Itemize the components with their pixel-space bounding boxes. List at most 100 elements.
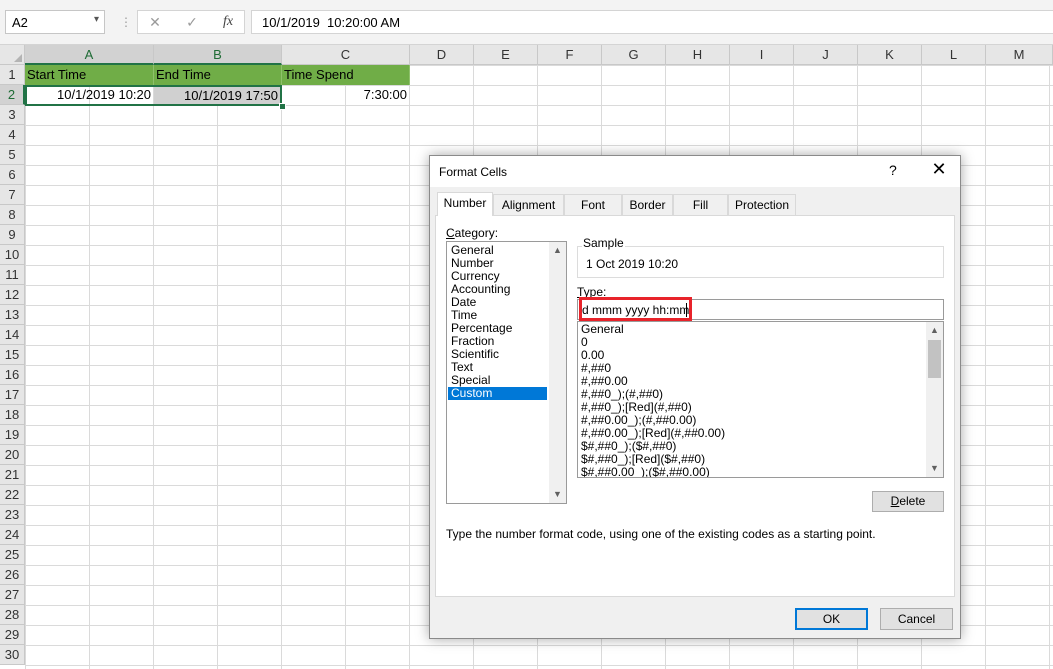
check-icon[interactable]: ✓ — [184, 14, 200, 31]
dialog-titlebar[interactable]: Format Cells ? ✕ — [430, 156, 960, 187]
tab-border[interactable]: Border — [622, 194, 673, 215]
row-header-28[interactable]: 28 — [0, 605, 25, 625]
row-header-29[interactable]: 29 — [0, 625, 25, 645]
category-label-rest: ategory: — [454, 226, 499, 240]
number-tab-panel: Category: General Number Currency Accoun… — [435, 215, 955, 597]
row-header-5[interactable]: 5 — [0, 145, 25, 165]
column-header-a[interactable]: A — [25, 45, 154, 65]
help-button[interactable]: ? — [889, 162, 897, 178]
name-box-value: A2 — [12, 15, 28, 30]
type-label-rest: ype: — [583, 285, 607, 299]
row-header-22[interactable]: 22 — [0, 485, 25, 505]
type-label: Type: — [577, 285, 606, 299]
text-caret — [686, 303, 687, 317]
tab-protection[interactable]: Protection — [728, 194, 796, 215]
format-cells-dialog: Format Cells ? ✕ Number Alignment Font B… — [429, 155, 961, 639]
row-header-13[interactable]: 13 — [0, 305, 25, 325]
row-header-20[interactable]: 20 — [0, 445, 25, 465]
column-header-c[interactable]: C — [282, 45, 410, 65]
column-header-b[interactable]: B — [154, 45, 282, 65]
row-header-4[interactable]: 4 — [0, 125, 25, 145]
row-header-2[interactable]: 2 — [0, 85, 25, 105]
cell-b2[interactable]: 10/1/2019 17:50 — [154, 86, 281, 105]
cancel-button[interactable]: Cancel — [880, 608, 953, 630]
tab-fill[interactable]: Fill — [673, 194, 728, 215]
scroll-thumb[interactable] — [928, 340, 941, 378]
row-header-11[interactable]: 11 — [0, 265, 25, 285]
delete-button[interactable]: Delete — [872, 491, 944, 512]
ok-button[interactable]: OK — [795, 608, 868, 630]
formula-text: 10/1/2019 10:20:00 AM — [262, 15, 401, 30]
column-header-h[interactable]: H — [666, 45, 730, 65]
tab-alignment[interactable]: Alignment — [493, 194, 564, 215]
cancel-icon[interactable]: ✕ — [147, 14, 163, 31]
scroll-down-icon[interactable]: ▼ — [926, 460, 943, 477]
category-label: Category: — [446, 226, 498, 240]
cell-a2[interactable]: 10/1/2019 10:20 — [25, 85, 154, 105]
row-header-10[interactable]: 10 — [0, 245, 25, 265]
column-header-i[interactable]: I — [730, 45, 794, 65]
type-item[interactable]: $#,##0.00_);($#,##0.00) — [581, 466, 710, 478]
type-input-value: d mmm yyyy hh:mm — [582, 303, 690, 317]
cell-c2[interactable]: 7:30:00 — [282, 85, 410, 105]
select-all-corner[interactable] — [0, 45, 25, 65]
row-header-6[interactable]: 6 — [0, 165, 25, 185]
category-label-mnemonic: C — [446, 226, 455, 240]
type-label-mnemonic: T — [577, 285, 584, 299]
column-header-e[interactable]: E — [474, 45, 538, 65]
column-header-m[interactable]: M — [986, 45, 1053, 65]
cell-c1[interactable]: Time Spend — [282, 65, 410, 85]
sample-label: Sample — [582, 236, 625, 250]
column-header-f[interactable]: F — [538, 45, 602, 65]
row-header-1[interactable]: 1 — [0, 65, 25, 85]
column-header-l[interactable]: L — [922, 45, 986, 65]
type-list-scrollbar[interactable]: ▲ ▼ — [926, 322, 943, 477]
category-scrollbar[interactable]: ▲ ▼ — [549, 242, 566, 503]
cell-b1[interactable]: End Time — [154, 65, 282, 85]
hint-text: Type the number format code, using one o… — [446, 527, 876, 541]
row-header-17[interactable]: 17 — [0, 385, 25, 405]
more-options-icon[interactable]: ⋮ — [120, 14, 132, 30]
formula-bar: A2 ▾ ⋮ ✕ ✓ fx 10/1/2019 10:20:00 AM — [0, 0, 1053, 45]
row-header-14[interactable]: 14 — [0, 325, 25, 345]
formula-input[interactable]: 10/1/2019 10:20:00 AM — [251, 10, 1053, 34]
column-header-d[interactable]: D — [410, 45, 474, 65]
row-header-8[interactable]: 8 — [0, 205, 25, 225]
category-item-custom[interactable]: Custom — [448, 387, 547, 400]
cell-a1[interactable]: Start Time — [25, 65, 154, 85]
row-header-25[interactable]: 25 — [0, 545, 25, 565]
delete-label-rest: elete — [899, 494, 926, 508]
name-box[interactable]: A2 ▾ — [5, 10, 105, 34]
close-icon[interactable]: ✕ — [929, 159, 949, 180]
column-header-k[interactable]: K — [858, 45, 922, 65]
column-header-j[interactable]: J — [794, 45, 858, 65]
column-header-g[interactable]: G — [602, 45, 666, 65]
fill-handle[interactable] — [279, 103, 286, 110]
scroll-up-icon[interactable]: ▲ — [926, 322, 943, 339]
row-header-7[interactable]: 7 — [0, 185, 25, 205]
row-header-16[interactable]: 16 — [0, 365, 25, 385]
tab-number[interactable]: Number — [437, 192, 493, 216]
scroll-up-icon[interactable]: ▲ — [549, 242, 566, 259]
type-input[interactable]: d mmm yyyy hh:mm — [577, 299, 944, 320]
chevron-down-icon[interactable]: ▾ — [94, 14, 99, 25]
row-header-26[interactable]: 26 — [0, 565, 25, 585]
row-header-30[interactable]: 30 — [0, 645, 25, 665]
type-list[interactable]: General 0 0.00 #,##0 #,##0.00 #,##0_);(#… — [577, 321, 944, 478]
row-header-19[interactable]: 19 — [0, 425, 25, 445]
row-header-23[interactable]: 23 — [0, 505, 25, 525]
row-header-12[interactable]: 12 — [0, 285, 25, 305]
row-header-27[interactable]: 27 — [0, 585, 25, 605]
row-header-9[interactable]: 9 — [0, 225, 25, 245]
row-header-3[interactable]: 3 — [0, 105, 25, 125]
sample-value: 1 Oct 2019 10:20 — [586, 257, 679, 271]
dialog-title: Format Cells — [439, 165, 508, 179]
row-header-18[interactable]: 18 — [0, 405, 25, 425]
fx-icon[interactable]: fx — [220, 14, 236, 30]
row-header-21[interactable]: 21 — [0, 465, 25, 485]
row-header-15[interactable]: 15 — [0, 345, 25, 365]
scroll-down-icon[interactable]: ▼ — [549, 486, 566, 503]
category-list[interactable]: General Number Currency Accounting Date … — [446, 241, 567, 504]
tab-font[interactable]: Font — [564, 194, 622, 215]
row-header-24[interactable]: 24 — [0, 525, 25, 545]
